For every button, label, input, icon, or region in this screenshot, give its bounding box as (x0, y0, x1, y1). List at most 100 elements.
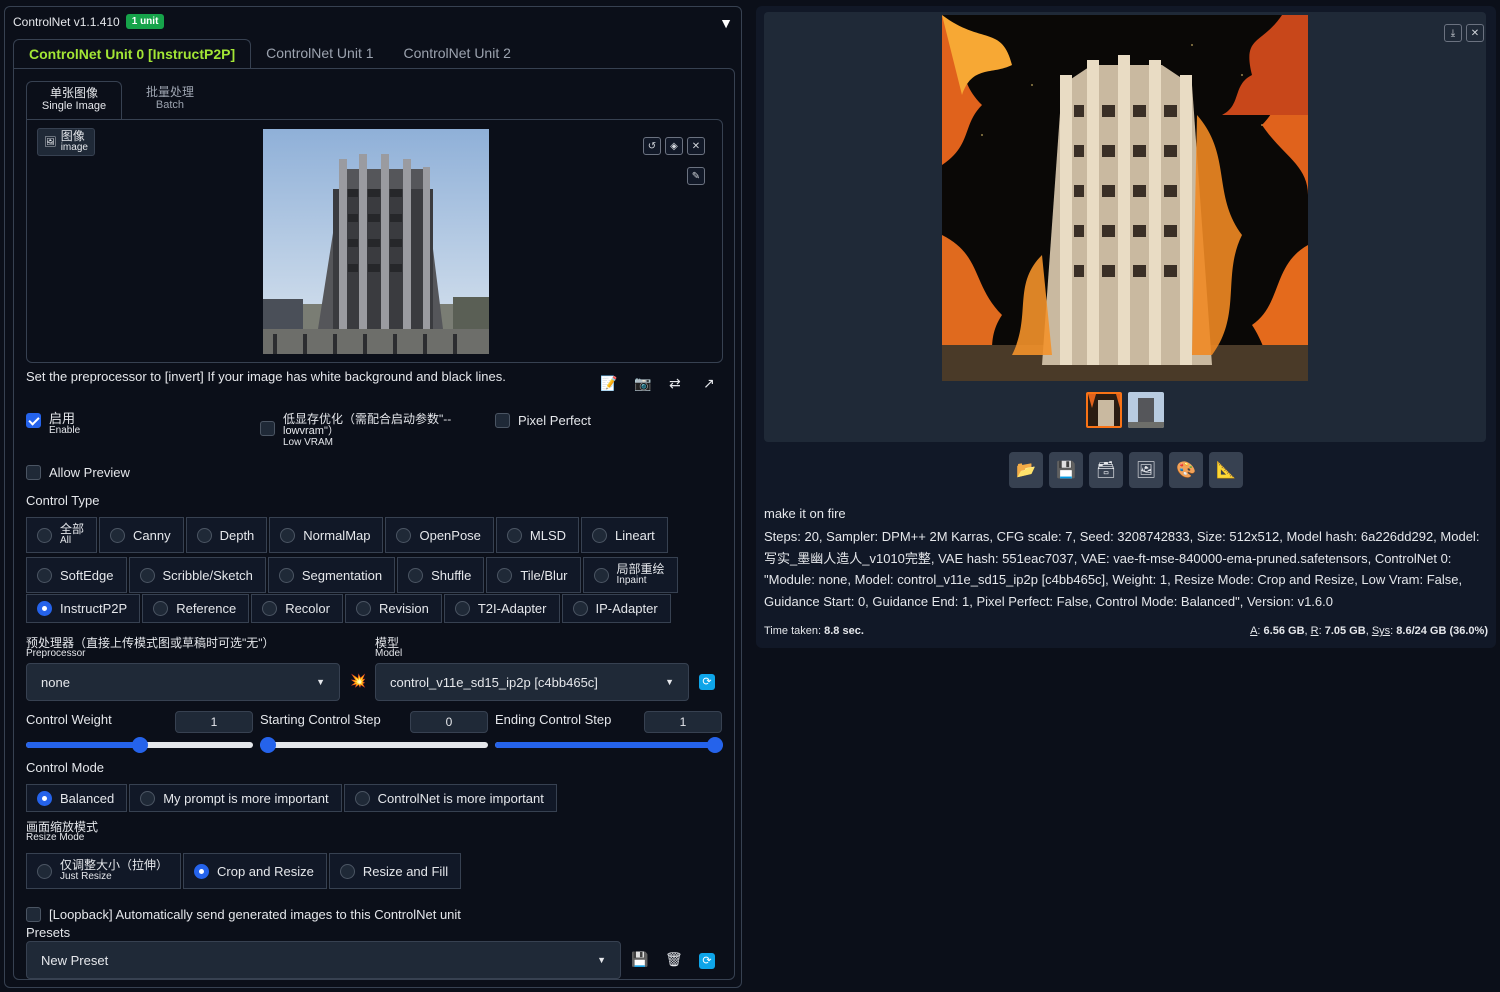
radio-circle[interactable] (37, 527, 52, 543)
radio-circle[interactable] (592, 527, 608, 543)
ending-step-input[interactable]: 1 (644, 711, 722, 733)
radio-circle[interactable] (593, 567, 609, 583)
tab-batch[interactable]: 批量处理 Batch (122, 81, 218, 119)
control-type-inpaint[interactable]: 局部重绘 Inpaint (582, 557, 678, 593)
save-preset-icon[interactable]: 💾 (631, 951, 648, 968)
radio-circle[interactable] (37, 863, 52, 879)
low-vram-checkbox[interactable]: 低显存优化（需配合启动参数"-- lowvram"） Low VRAM (260, 413, 451, 449)
output-image[interactable] (942, 15, 1308, 381)
controlnet-header[interactable]: ControlNet v1.1.410 1 unit (13, 14, 165, 29)
radio-circle[interactable] (506, 527, 522, 543)
resize-mode-crop-and-resize[interactable]: Crop and Resize (183, 853, 327, 889)
camera-icon[interactable]: 📷 (634, 375, 651, 392)
ending-step-slider[interactable] (495, 737, 723, 753)
radio-circle[interactable] (37, 567, 52, 583)
control-weight-input[interactable]: 1 (175, 711, 253, 733)
radio-circle-selected[interactable] (194, 863, 210, 879)
control-type-lineart[interactable]: Lineart (581, 517, 668, 553)
tab-single-image[interactable]: 单张图像 Single Image (26, 81, 122, 119)
control-type-revision[interactable]: Revision (344, 594, 442, 623)
radio-circle[interactable] (572, 601, 588, 616)
control-type-instructp2p[interactable]: InstructP2P (26, 594, 141, 623)
thumbnail-control[interactable] (1128, 392, 1164, 428)
radio-circle[interactable] (355, 601, 371, 616)
radio-circle[interactable] (408, 567, 424, 583)
enable-checkbox-box[interactable] (26, 413, 41, 428)
low-vram-checkbox-box[interactable] (260, 421, 275, 436)
pixel-perfect-checkbox-box[interactable] (495, 413, 510, 428)
slider-thumb[interactable] (707, 737, 723, 753)
preprocessor-dropdown[interactable]: none ▼ (26, 663, 340, 701)
loopback-checkbox-box[interactable] (26, 907, 41, 922)
starting-step-input[interactable]: 0 (410, 711, 488, 733)
control-type-reference[interactable]: Reference (142, 594, 250, 623)
radio-circle[interactable] (110, 527, 126, 543)
resize-mode-resize-and-fill[interactable]: Resize and Fill (328, 853, 462, 889)
tab-unit-1[interactable]: ControlNet Unit 1 (251, 39, 388, 69)
allow-preview-checkbox-box[interactable] (26, 465, 41, 480)
send-dimensions-icon[interactable]: ↗ (703, 375, 715, 392)
allow-preview-checkbox[interactable]: Allow Preview (26, 465, 130, 480)
model-dropdown[interactable]: control_v11e_sd15_ip2p [c4bb465c] ▼ (375, 663, 689, 701)
refresh-models-icon[interactable]: ⟳ (699, 674, 715, 690)
tab-unit-2[interactable]: ControlNet Unit 2 (389, 39, 526, 69)
slider-thumb[interactable] (131, 737, 148, 753)
starting-step-slider[interactable] (260, 737, 488, 753)
radio-circle[interactable] (153, 601, 169, 616)
control-type-normalmap[interactable]: NormalMap (269, 517, 384, 553)
radio-circle[interactable] (280, 527, 296, 543)
control-type-t2i-adapter[interactable]: T2I-Adapter (443, 594, 560, 623)
radio-circle-selected[interactable] (37, 601, 52, 616)
control-mode-balanced[interactable]: Balanced (26, 784, 128, 812)
control-mode-prompt[interactable]: My prompt is more important (129, 784, 342, 812)
presets-dropdown[interactable]: New Preset ▼ (26, 941, 621, 979)
radio-circle[interactable] (354, 790, 370, 806)
pixel-perfect-checkbox[interactable]: Pixel Perfect (495, 413, 591, 428)
control-mode-controlnet[interactable]: ControlNet is more important (343, 784, 557, 812)
run-preprocessor-icon[interactable]: 💥 (350, 673, 366, 689)
loopback-checkbox[interactable]: [Loopback] Automatically send generated … (26, 907, 461, 922)
radio-circle[interactable] (396, 527, 412, 543)
control-type-segmentation[interactable]: Segmentation (267, 557, 396, 593)
control-type-depth[interactable]: Depth (185, 517, 268, 553)
slider-thumb[interactable] (260, 737, 276, 753)
control-type-openpose[interactable]: OpenPose (385, 517, 494, 553)
resize-mode-just-resize[interactable]: 仅调整大小（拉伸） Just Resize (26, 853, 182, 889)
radio-circle[interactable] (139, 567, 155, 583)
save-icon[interactable]: 💾 (1049, 452, 1083, 488)
rotate-icon[interactable]: ↺ (643, 137, 661, 155)
radio-circle[interactable] (339, 863, 355, 879)
download-icon[interactable]: ⤓ (1444, 24, 1462, 42)
close-icon[interactable]: ✕ (687, 137, 705, 155)
swap-icon[interactable]: ⇄ (669, 375, 681, 392)
control-type-all[interactable]: 全部 All (26, 517, 98, 553)
delete-preset-icon[interactable]: 🗑 (665, 951, 683, 968)
control-type-softedge[interactable]: SoftEdge (26, 557, 127, 593)
radio-circle-selected[interactable] (37, 790, 52, 806)
radio-circle[interactable] (497, 567, 513, 583)
close-icon[interactable]: ✕ (1466, 24, 1484, 42)
control-type-tile-blur[interactable]: Tile/Blur (486, 557, 581, 593)
radio-circle[interactable] (196, 527, 212, 543)
collapse-triangle-icon[interactable]: ▼ (719, 15, 733, 31)
send-to-extras-icon[interactable]: 📐 (1209, 452, 1243, 488)
radio-circle[interactable] (454, 601, 470, 616)
radio-circle[interactable] (278, 567, 294, 583)
control-weight-slider[interactable] (26, 737, 253, 753)
send-to-img2img-icon[interactable]: 🖼 (1129, 452, 1163, 488)
control-type-recolor[interactable]: Recolor (251, 594, 343, 623)
open-folder-icon[interactable]: 📂 (1009, 452, 1043, 488)
control-type-canny[interactable]: Canny (99, 517, 184, 553)
send-to-inpaint-icon[interactable]: 🎨 (1169, 452, 1203, 488)
thumbnail-output[interactable] (1086, 392, 1122, 428)
control-type-shuffle[interactable]: Shuffle (397, 557, 485, 593)
enable-checkbox[interactable]: 启用 Enable (26, 412, 80, 437)
radio-circle[interactable] (140, 790, 156, 806)
control-type-mlsd[interactable]: MLSD (495, 517, 580, 553)
image-upload-area[interactable]: 🖼 图像 image ↺ ◈ ✕ ✎ (26, 119, 723, 363)
edit-icon[interactable]: 📝 (600, 375, 617, 392)
eraser-icon[interactable]: ◈ (665, 137, 683, 155)
tab-unit-0[interactable]: ControlNet Unit 0 [InstructP2P] (13, 39, 252, 69)
control-type-ip-adapter[interactable]: IP-Adapter (561, 594, 671, 623)
control-type-scribble[interactable]: Scribble/Sketch (128, 557, 266, 593)
